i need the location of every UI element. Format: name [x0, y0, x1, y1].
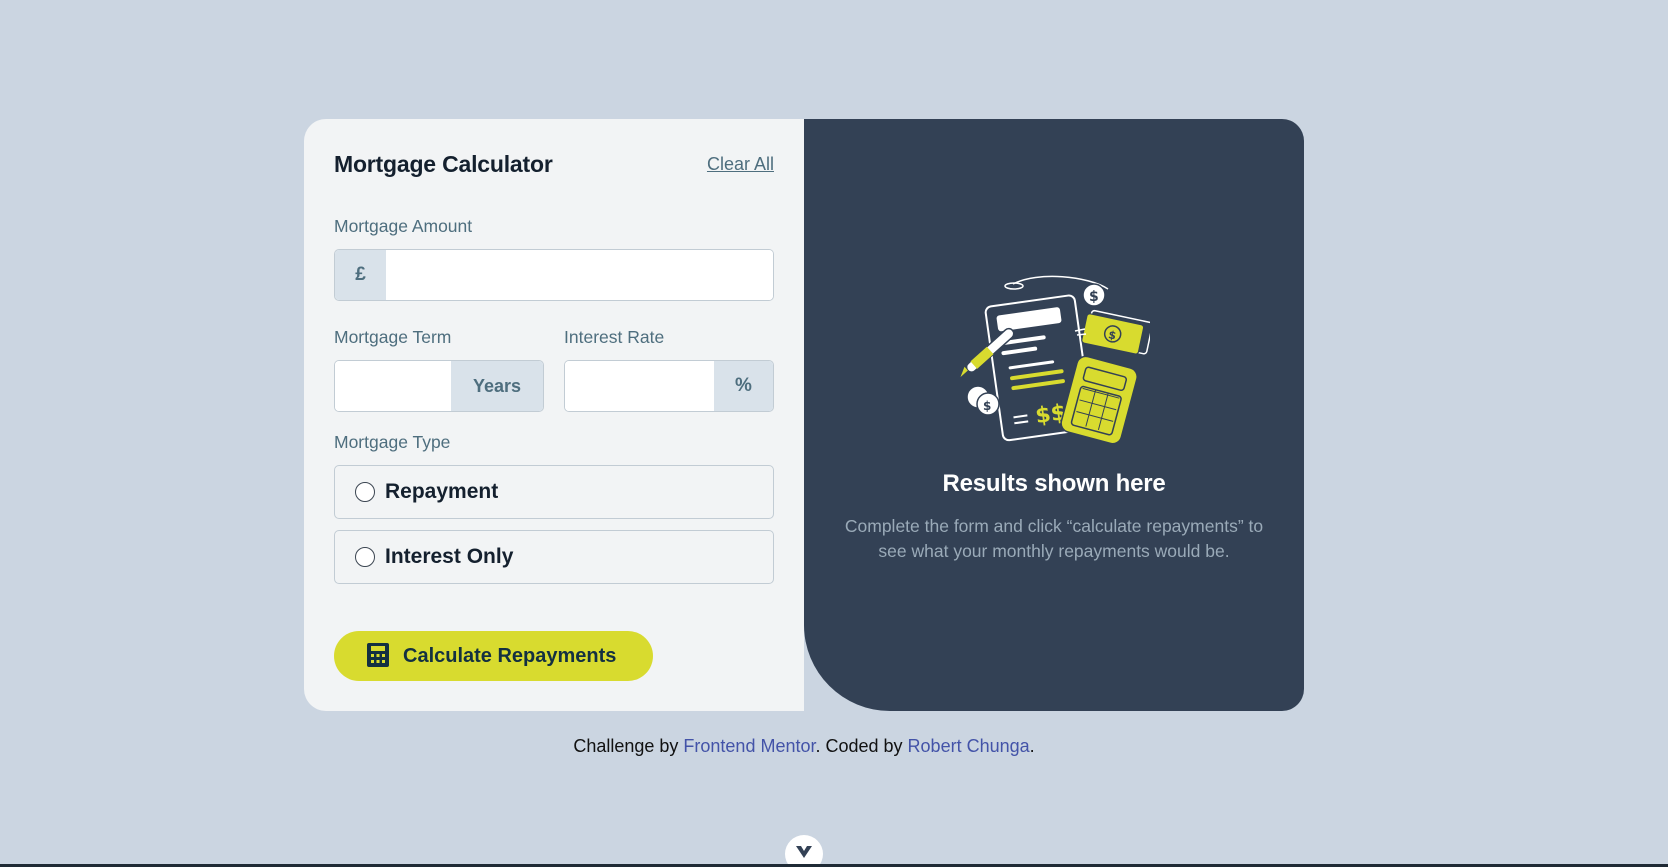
attribution-suffix: . — [1029, 736, 1035, 756]
radio-repayment-label: Repayment — [385, 480, 499, 503]
radio-interest-only-label: Interest Only — [385, 545, 514, 568]
mortgage-term-field: Mortgage Term Years — [334, 327, 544, 412]
attribution-middle: . Coded by — [815, 736, 908, 756]
mortgage-type-label: Mortgage Type — [334, 432, 451, 452]
attribution: Challenge by Frontend Mentor. Coded by R… — [0, 736, 1608, 757]
percent-suffix: % — [714, 361, 773, 411]
scroll-down-button[interactable] — [785, 835, 823, 867]
form-header: Mortgage Calculator Clear All — [334, 151, 774, 178]
mortgage-amount-group: £ — [334, 249, 774, 301]
interest-rate-label: Interest Rate — [564, 327, 665, 347]
frontend-mentor-link[interactable]: Frontend Mentor — [683, 736, 815, 756]
calculate-button-label: Calculate Repayments — [403, 644, 617, 667]
radio-circle[interactable] — [355, 547, 375, 567]
page-title: Mortgage Calculator — [334, 151, 553, 177]
results-panel: $$$ $ $ $ Results shown here Complete th… — [804, 119, 1304, 711]
radio-circle[interactable] — [355, 482, 375, 502]
svg-text:$: $ — [1089, 289, 1099, 305]
mortgage-term-label: Mortgage Term — [334, 327, 452, 347]
term-rate-row: Mortgage Term Years Interest Rate % — [334, 327, 774, 412]
author-link[interactable]: Robert Chunga — [908, 736, 1030, 756]
calculate-repayments-button[interactable]: Calculate Repayments — [334, 631, 653, 681]
interest-rate-group: % — [564, 360, 774, 412]
radio-interest-only[interactable]: Interest Only — [334, 530, 774, 584]
clear-all-button[interactable]: Clear All — [707, 154, 774, 175]
page: Mortgage Calculator Clear All Mortgage A… — [0, 0, 1668, 867]
interest-rate-input[interactable] — [565, 361, 714, 411]
calculator-icon — [367, 642, 389, 670]
currency-prefix: £ — [335, 250, 386, 300]
mortgage-term-input[interactable] — [335, 361, 451, 411]
empty-results-illustration: $$$ $ $ $ — [958, 271, 1154, 452]
radio-repayment[interactable]: Repayment — [334, 465, 774, 519]
years-suffix: Years — [451, 361, 543, 411]
svg-text:$: $ — [983, 399, 991, 413]
calculator-card: Mortgage Calculator Clear All Mortgage A… — [304, 119, 1304, 711]
results-description: Complete the form and click “calculate r… — [844, 516, 1264, 561]
mortgage-term-group: Years — [334, 360, 544, 412]
results-title: Results shown here — [942, 470, 1166, 497]
mortgage-amount-label: Mortgage Amount — [334, 216, 473, 236]
mortgage-amount-field: Mortgage Amount £ — [334, 216, 774, 301]
mortgage-type-field: Mortgage Type Repayment Interest Only — [334, 432, 774, 584]
mortgage-amount-input[interactable] — [386, 250, 773, 300]
attribution-prefix: Challenge by — [573, 736, 684, 756]
form-panel: Mortgage Calculator Clear All Mortgage A… — [304, 119, 804, 711]
interest-rate-field: Interest Rate % — [564, 327, 774, 412]
